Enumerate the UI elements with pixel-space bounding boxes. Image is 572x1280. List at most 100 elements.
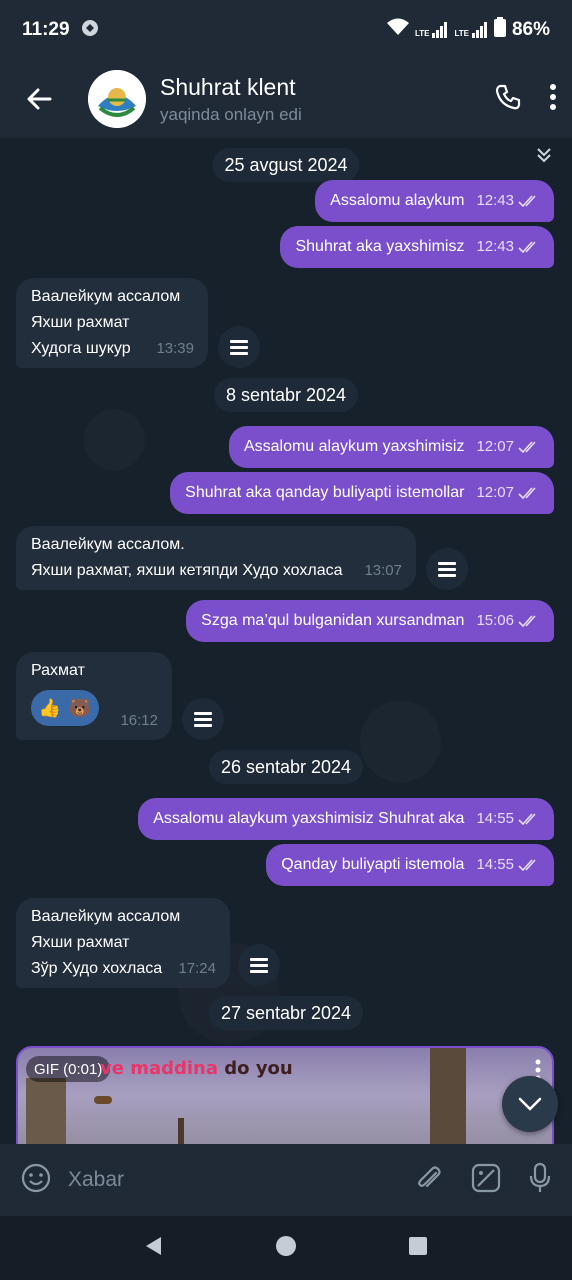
outgoing-message[interactable]: Qanday buliyapti istemola 14:55: [266, 844, 554, 886]
outgoing-message[interactable]: Assalomu alaykum yaxshimisiz Shuhrat aka…: [138, 798, 554, 840]
share-button[interactable]: [182, 698, 224, 740]
message-line: Яхши рахмат: [31, 934, 130, 951]
message-list[interactable]: 25 avgust 2024 Assalomu alaykum 12:43 Sh…: [0, 138, 572, 1144]
incoming-message[interactable]: Ваалейкум ассалом. Яхши рахмат, яхши кет…: [16, 526, 416, 590]
recents-nav-button[interactable]: [407, 1235, 429, 1262]
date-separator: 26 sentabr 2024: [208, 750, 364, 784]
call-button[interactable]: [494, 83, 522, 116]
battery-percent: 86%: [511, 19, 550, 40]
sticker-button[interactable]: [470, 1162, 502, 1199]
back-nav-button[interactable]: [143, 1235, 165, 1262]
read-check-icon: [518, 195, 540, 207]
avatar[interactable]: [88, 70, 146, 128]
message-input[interactable]: Xabar: [68, 1168, 124, 1192]
outgoing-message[interactable]: Shuhrat aka qanday buliyapti istemollar …: [170, 472, 554, 514]
chat-header: Shuhrat klent yaqinda onlayn edi: [0, 60, 572, 138]
menu-lines-icon: [438, 562, 456, 577]
outgoing-message[interactable]: Szga ma’qul bulganidan xursandman 15:06: [186, 600, 554, 642]
thumbs-up-emoji: 👍: [38, 698, 62, 718]
voice-button[interactable]: [528, 1162, 552, 1199]
share-button[interactable]: [426, 548, 468, 590]
emoji-button[interactable]: [20, 1162, 52, 1199]
message-time: 15:06: [476, 612, 514, 629]
spire-shape: [178, 1118, 184, 1144]
read-check-icon: [518, 487, 540, 499]
incoming-message[interactable]: Ваалейкум ассалом Яхши рахмат Худога шук…: [16, 278, 208, 368]
battery-icon: [493, 17, 506, 43]
bear-sticker-emoji: 🐻: [68, 698, 92, 718]
share-button[interactable]: [218, 326, 260, 368]
message-line: Яхши рахмат: [31, 314, 130, 331]
network-type-2: LTE: [454, 29, 469, 38]
message-line: Ваалейкум ассалом.: [31, 536, 185, 553]
outgoing-message[interactable]: Shuhrat aka yaxshimisz 12:43: [280, 226, 554, 268]
message-time: 14:55: [476, 856, 514, 873]
message-text: Qanday buliyapti istemola: [281, 856, 465, 873]
data-saver-icon: [80, 18, 100, 43]
signal-icon: LTE: [415, 22, 449, 38]
last-seen-status: yaqinda onlayn edi: [160, 104, 302, 124]
message-text: Assalomu alaykum yaxshimisiz: [243, 438, 465, 455]
message-text: Shuhrat aka yaxshimisz: [295, 238, 465, 255]
contact-name[interactable]: Shuhrat klent: [160, 74, 302, 101]
chevron-down-icon: [518, 1097, 542, 1111]
network-type: LTE: [414, 29, 430, 38]
read-check-icon: [518, 859, 540, 871]
outgoing-message[interactable]: Assalomu alaykum 12:43: [315, 180, 554, 222]
tower-shape: [26, 1078, 66, 1144]
home-nav-button[interactable]: [275, 1235, 297, 1262]
sticker-icon: [471, 1163, 501, 1192]
phone-icon: [495, 84, 521, 109]
message-time: 13:07: [364, 562, 402, 579]
gif-caption: ve maddina do you: [100, 1058, 293, 1079]
status-bar: 11:29 LTE LTE 86%: [0, 0, 572, 60]
menu-lines-icon: [194, 712, 212, 727]
message-time: 13:39: [156, 340, 194, 357]
system-nav-bar: [0, 1216, 572, 1280]
share-button[interactable]: [238, 944, 280, 986]
gif-caption-part: ve: [100, 1058, 131, 1079]
message-line: Ваалейкум ассалом: [31, 288, 181, 305]
incoming-message[interactable]: Ваалейкум ассалом Яхши рахмат Зўр Худо х…: [16, 898, 230, 988]
outgoing-message[interactable]: Assalomu alaykum yaxshimisiz 12:07: [228, 426, 554, 468]
square-recents-icon: [409, 1236, 427, 1255]
gif-caption-part: maddina: [130, 1058, 219, 1079]
microphone-icon: [529, 1162, 551, 1192]
read-check-icon: [518, 441, 540, 453]
tower-shape: [430, 1048, 466, 1144]
message-composer: Xabar: [0, 1144, 572, 1216]
menu-lines-icon: [250, 958, 268, 973]
back-arrow-icon: [27, 88, 52, 110]
date-separator: 27 sentabr 2024: [208, 996, 364, 1030]
more-vertical-icon: [550, 83, 556, 110]
message-time: 12:07: [476, 484, 514, 501]
gif-badge: GIF (0:01): [26, 1056, 111, 1082]
read-check-icon: [518, 241, 540, 253]
date-separator: 8 sentabr 2024: [213, 378, 359, 412]
message-time: 12:43: [476, 238, 514, 255]
triangle-back-icon: [146, 1236, 161, 1255]
bird-shape: [94, 1096, 112, 1104]
message-text: Szga ma’qul bulganidan xursandman: [201, 612, 465, 629]
gif-caption-part: do you: [218, 1058, 293, 1079]
message-time: 16:12: [120, 712, 158, 729]
status-time: 11:29: [22, 19, 70, 40]
back-button[interactable]: [14, 74, 64, 124]
date-separator: 25 avgust 2024: [212, 148, 360, 182]
attach-button[interactable]: [414, 1163, 444, 1198]
scroll-to-mention-button[interactable]: [526, 140, 562, 170]
signal-icon-2: LTE: [454, 22, 488, 38]
paperclip-icon: [418, 1165, 441, 1187]
double-chevron-down-icon: [537, 148, 551, 163]
message-time: 17:24: [178, 960, 216, 977]
message-time: 12:43: [476, 192, 514, 209]
reaction-pill[interactable]: 👍 🐻: [31, 690, 99, 726]
gif-message[interactable]: GIF (0:01) ve maddina do you: [16, 1046, 554, 1144]
read-check-icon: [518, 615, 540, 627]
scroll-down-button[interactable]: [502, 1076, 558, 1132]
smiley-icon: [21, 1163, 51, 1192]
message-time: 14:55: [476, 810, 514, 827]
more-menu-button[interactable]: [548, 83, 558, 116]
incoming-message[interactable]: Рахмат 👍 🐻 16:12: [16, 652, 172, 740]
wifi-icon: [386, 18, 409, 42]
